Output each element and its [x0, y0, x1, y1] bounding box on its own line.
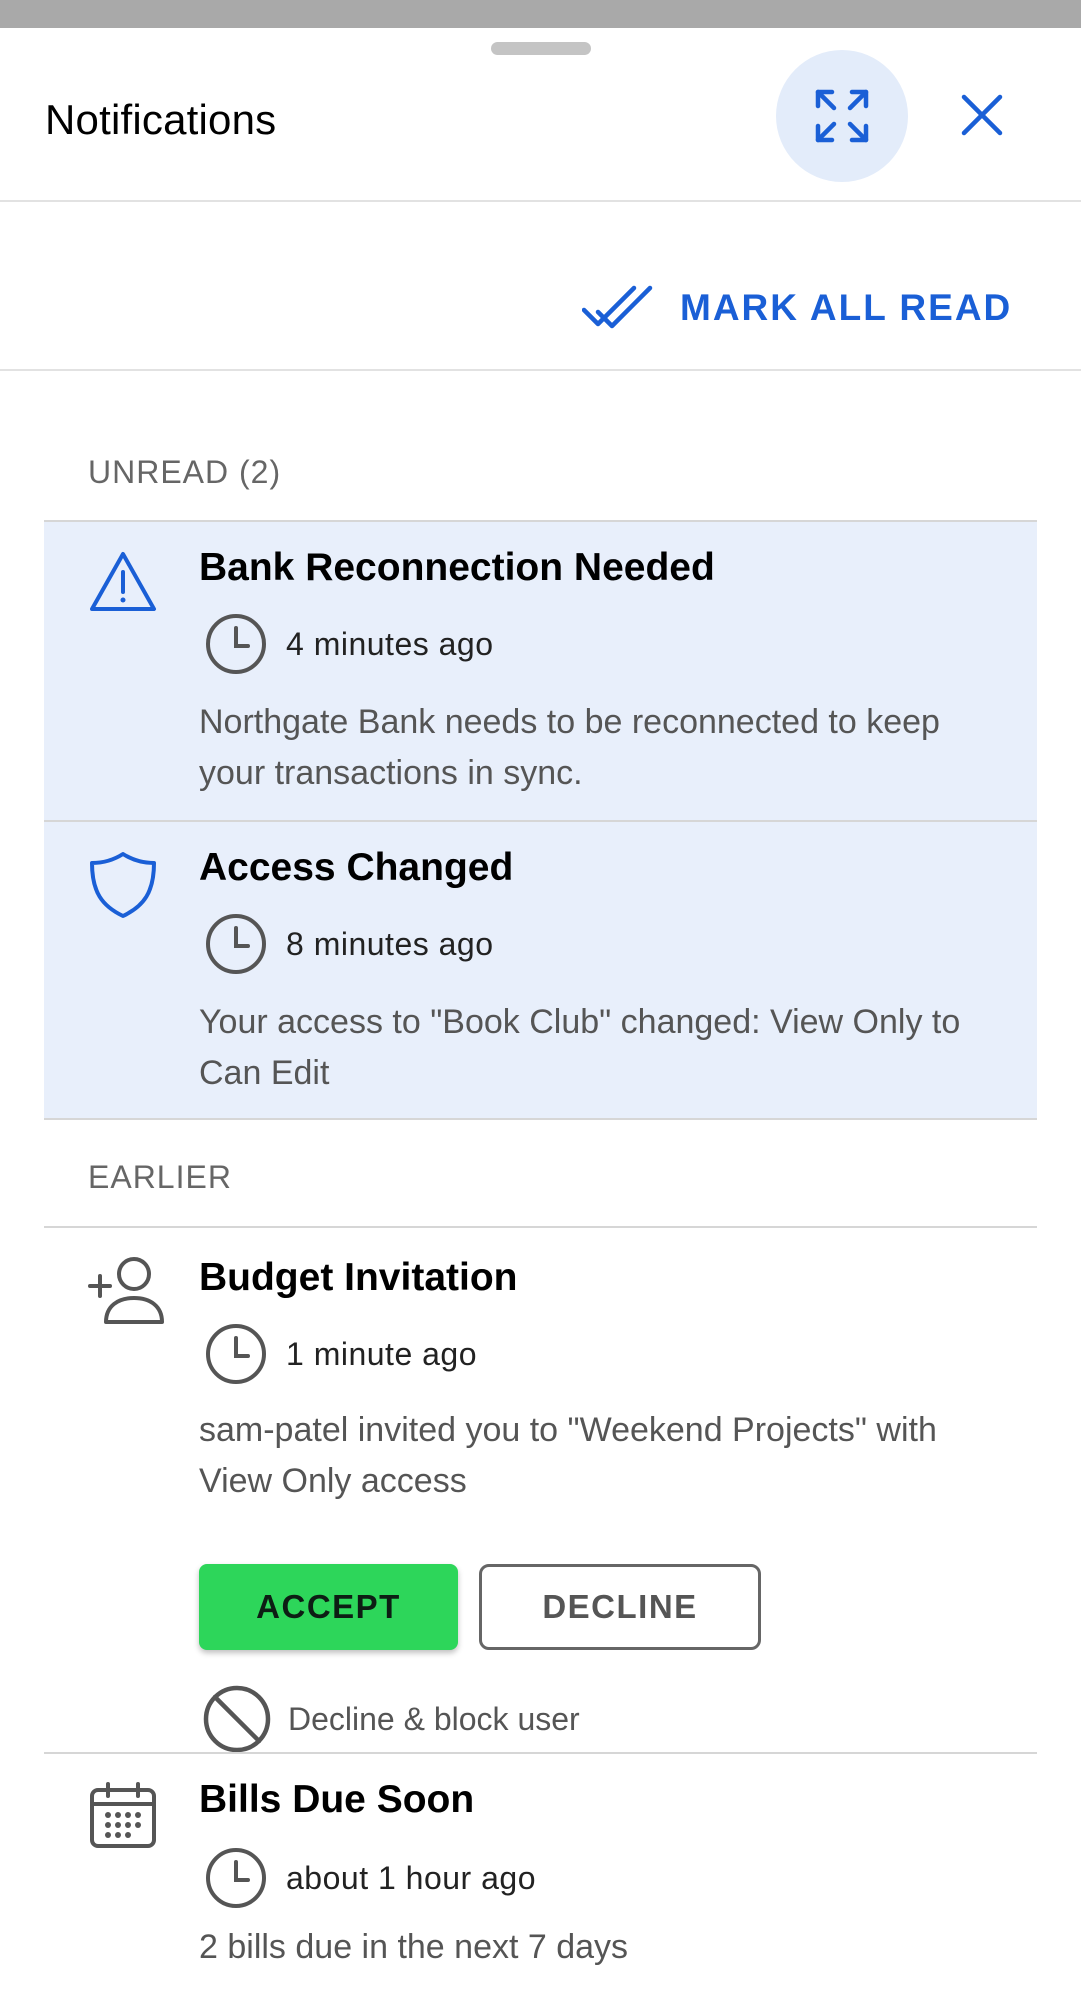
clock-icon: [206, 1848, 266, 1908]
accept-button[interactable]: ACCEPT: [199, 1564, 458, 1650]
notification-title: Bills Due Soon: [199, 1778, 475, 1821]
clock-icon: [206, 914, 266, 974]
shield-icon: [90, 852, 156, 918]
notification-time-text: 1 minute ago: [286, 1335, 478, 1372]
decline-button[interactable]: DECLINE: [479, 1564, 761, 1650]
notification-body: sam-patel invited you to "Weekend Projec…: [199, 1411, 937, 1500]
expand-arrows-icon: [815, 89, 869, 143]
notification-item[interactable]: Bills Due Soon about 1 hour ago 2 bills …: [44, 1752, 1037, 1999]
warning-icon: [90, 552, 156, 611]
notification-item[interactable]: Budget Invitation 1 minute ago sam-patel…: [44, 1226, 1037, 1754]
notification-body: Northgate Bank needs to be reconnected t…: [199, 703, 940, 792]
mark-all-bar: MARK ALL READ: [0, 202, 1081, 371]
notification-time: 8 minutes ago: [204, 912, 494, 976]
notification-title: Budget Invitation: [199, 1256, 518, 1299]
decline-block-user-link[interactable]: Decline & block user: [202, 1684, 580, 1754]
notification-body: Your access to "Book Club" changed: View…: [199, 1003, 961, 1092]
mark-all-read-label: MARK ALL READ: [680, 287, 1013, 328]
mark-all-read-button[interactable]: MARK ALL READ: [582, 282, 1012, 334]
clock-icon: [206, 1324, 266, 1384]
notification-title: Access Changed: [199, 846, 514, 889]
expand-button[interactable]: [776, 50, 908, 182]
notification-item[interactable]: Access Changed 8 minutes ago Your access…: [44, 820, 1037, 1120]
double-check-icon: [582, 285, 653, 329]
notification-time-text: about 1 hour ago: [286, 1859, 536, 1896]
sheet-header: Notifications: [0, 28, 1081, 202]
notifications-sheet: Notifications MARK ALL READ UNREAD (2) B…: [0, 28, 1081, 1999]
calendar-icon: [90, 1782, 156, 1848]
status-bar-strip: [0, 0, 1081, 28]
page-title: Notifications: [45, 96, 277, 143]
notification-time-text: 4 minutes ago: [286, 625, 494, 662]
notification-time: about 1 hour ago: [204, 1846, 536, 1910]
add-user-icon: [88, 1257, 164, 1324]
notification-body: 2 bills due in the next 7 days: [199, 1928, 629, 1966]
notification-item[interactable]: Bank Reconnection Needed 4 minutes ago N…: [44, 520, 1037, 820]
close-icon: [961, 94, 1003, 136]
close-button[interactable]: [950, 83, 1014, 147]
clock-icon: [206, 614, 266, 674]
ban-icon: [203, 1685, 271, 1753]
notification-time: 1 minute ago: [204, 1322, 477, 1386]
notification-time: 4 minutes ago: [204, 612, 494, 676]
notification-time-text: 8 minutes ago: [286, 925, 494, 962]
earlier-section-header: EARLIER: [88, 1159, 232, 1195]
unread-section-header: UNREAD (2): [88, 454, 282, 490]
decline-block-user-label: Decline & block user: [288, 1700, 580, 1737]
notification-title: Bank Reconnection Needed: [199, 546, 715, 589]
